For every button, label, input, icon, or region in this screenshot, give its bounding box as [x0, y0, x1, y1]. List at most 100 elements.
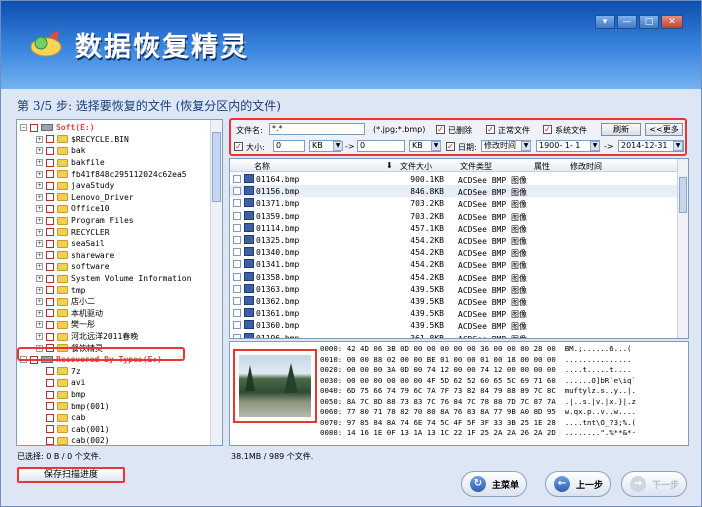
- tree-checkbox[interactable]: [46, 274, 54, 283]
- expand-toggle-icon[interactable]: +: [36, 182, 43, 190]
- file-list-scroll-thumb[interactable]: [679, 177, 687, 213]
- tree-folder-node[interactable]: cab: [36, 412, 85, 424]
- file-checkbox[interactable]: [233, 309, 241, 318]
- tree-folder-node[interactable]: cab(002): [36, 435, 110, 445]
- expand-toggle-icon[interactable]: +: [36, 193, 43, 201]
- column-name[interactable]: 名称: [254, 161, 270, 172]
- tree-folder-node[interactable]: + bak: [36, 145, 85, 157]
- size-checkbox[interactable]: ✓: [234, 142, 243, 151]
- file-row[interactable]: 01325.bmp 454.2KB ACDSee BMP 图像: [230, 234, 678, 246]
- expand-toggle-icon[interactable]: +: [36, 298, 43, 306]
- file-checkbox[interactable]: [233, 333, 241, 338]
- file-checkbox[interactable]: [233, 284, 241, 293]
- tree-checkbox[interactable]: [30, 123, 38, 132]
- column-type[interactable]: 文件类型: [460, 161, 492, 172]
- save-scan-progress-button[interactable]: 保存扫描进度: [17, 467, 125, 483]
- prev-button[interactable]: ← 上一步: [545, 471, 611, 497]
- chevron-down-icon[interactable]: ▼: [590, 141, 600, 151]
- tree-checkbox[interactable]: [46, 228, 54, 237]
- tree-checkbox[interactable]: [46, 332, 54, 341]
- tree-folder-node[interactable]: + 樊一彤: [36, 319, 95, 331]
- tree-checkbox[interactable]: [30, 355, 38, 364]
- system-file-checkbox[interactable]: ✓: [543, 125, 552, 134]
- file-row[interactable]: 01359.bmp 703.2KB ACDSee BMP 图像: [230, 210, 678, 222]
- expand-toggle-icon[interactable]: +: [36, 159, 43, 167]
- sort-down-icon[interactable]: ⬇: [386, 161, 393, 170]
- size-max-input[interactable]: 0: [357, 140, 405, 152]
- tree-checkbox[interactable]: [46, 309, 54, 318]
- tree-checkbox[interactable]: [46, 181, 54, 190]
- maximize-button[interactable]: □: [639, 15, 659, 29]
- file-row[interactable]: 01362.bmp 439.5KB ACDSee BMP 图像: [230, 295, 678, 307]
- file-checkbox[interactable]: [233, 211, 241, 220]
- column-size[interactable]: 文件大小: [400, 161, 432, 172]
- tree-checkbox[interactable]: [46, 367, 54, 376]
- main-menu-button[interactable]: ↻ 主菜单: [461, 471, 527, 497]
- file-checkbox[interactable]: [233, 223, 241, 232]
- file-row[interactable]: 01164.bmp 900.1KB ACDSee BMP 图像: [230, 173, 678, 185]
- tree-folder-node[interactable]: + fb41f848c295112024c62ea5: [36, 168, 187, 180]
- expand-toggle-icon[interactable]: +: [36, 321, 43, 329]
- file-row[interactable]: 01196.bmp 361.8KB ACDSee BMP 图像: [230, 332, 678, 338]
- file-checkbox[interactable]: [233, 199, 241, 208]
- tree-folder-node[interactable]: + shareware: [36, 250, 114, 262]
- date-checkbox[interactable]: ✓: [446, 142, 455, 151]
- tree-folder-node[interactable]: + seaSail: [36, 238, 105, 250]
- expand-toggle-icon[interactable]: +: [36, 217, 43, 225]
- file-checkbox[interactable]: [233, 260, 241, 269]
- tree-scroll-thumb[interactable]: [212, 132, 221, 202]
- tree-checkbox[interactable]: [46, 286, 54, 295]
- tree-folder-node[interactable]: 7z: [36, 366, 81, 378]
- tree-folder-node[interactable]: + software: [36, 261, 110, 273]
- file-checkbox[interactable]: [233, 321, 241, 330]
- expand-toggle-icon[interactable]: −: [20, 124, 27, 132]
- tree-checkbox[interactable]: [46, 320, 54, 329]
- tree-checkbox[interactable]: [46, 378, 54, 387]
- tree-checkbox[interactable]: [46, 402, 54, 411]
- file-row[interactable]: 01363.bmp 439.5KB ACDSee BMP 图像: [230, 283, 678, 295]
- tree-checkbox[interactable]: [46, 251, 54, 260]
- filename-input[interactable]: *.*: [269, 123, 365, 135]
- tree-checkbox[interactable]: [46, 239, 54, 248]
- size-min-input[interactable]: 0: [273, 140, 305, 152]
- file-checkbox[interactable]: [233, 297, 241, 305]
- file-row[interactable]: 01114.bmp 457.1KB ACDSee BMP 图像: [230, 222, 678, 234]
- tree-checkbox[interactable]: [46, 436, 54, 445]
- tree-folder-node[interactable]: + 餐饮精灵: [36, 342, 103, 354]
- expand-toggle-icon[interactable]: +: [36, 333, 43, 341]
- tree-checkbox[interactable]: [46, 390, 54, 399]
- file-row[interactable]: 01156.bmp 846.8KB ACDSee BMP 图像: [230, 185, 678, 198]
- file-list[interactable]: 名称 ⬇ 文件大小 文件类型 属性 修改时间 01164.bmp 900.1KB A…: [229, 158, 689, 339]
- tree-scrollbar[interactable]: [210, 120, 222, 445]
- tree-checkbox[interactable]: [46, 204, 54, 213]
- normal-file-checkbox[interactable]: ✓: [486, 125, 495, 134]
- tree-folder-node[interactable]: + 本机驱动: [36, 308, 103, 320]
- tree-folder-node[interactable]: avi: [36, 377, 85, 389]
- tree-checkbox[interactable]: [46, 413, 54, 422]
- tree-folder-node[interactable]: + Office10: [36, 203, 110, 215]
- tree-checkbox[interactable]: [46, 193, 54, 202]
- file-checkbox[interactable]: [233, 248, 241, 257]
- tree-drive-node[interactable]: − Soft(E:): [20, 122, 95, 134]
- refresh-button[interactable]: 刷新: [601, 123, 641, 136]
- close-button[interactable]: ✕: [661, 15, 683, 29]
- file-row[interactable]: 01360.bmp 439.5KB ACDSee BMP 图像: [230, 319, 678, 331]
- tree-checkbox[interactable]: [46, 297, 54, 306]
- tree-folder-node[interactable]: + 店小二: [36, 296, 95, 308]
- tree-checkbox[interactable]: [46, 158, 54, 167]
- chevron-down-icon[interactable]: ▼: [333, 141, 343, 151]
- tree-folder-node[interactable]: + $RECYCLE.BIN: [36, 134, 129, 146]
- deleted-checkbox[interactable]: ✓: [436, 125, 445, 134]
- tree-drive-node[interactable]: − Recovered By Types(E:): [20, 354, 162, 366]
- tree-folder-node[interactable]: bmp(001): [36, 400, 110, 412]
- tree-checkbox[interactable]: [46, 146, 54, 155]
- more-button[interactable]: <<更多: [645, 123, 683, 136]
- tree-checkbox[interactable]: [46, 344, 54, 353]
- expand-toggle-icon[interactable]: +: [36, 263, 43, 271]
- tree-folder-node[interactable]: cab(001): [36, 424, 110, 436]
- tree-folder-node[interactable]: + Program Files: [36, 215, 134, 227]
- tree-folder-node[interactable]: + tmp: [36, 284, 85, 296]
- expand-toggle-icon[interactable]: +: [36, 251, 43, 259]
- file-row[interactable]: 01341.bmp 454.2KB ACDSee BMP 图像: [230, 258, 678, 270]
- tree-folder-node[interactable]: + Lenovo_Driver: [36, 192, 134, 204]
